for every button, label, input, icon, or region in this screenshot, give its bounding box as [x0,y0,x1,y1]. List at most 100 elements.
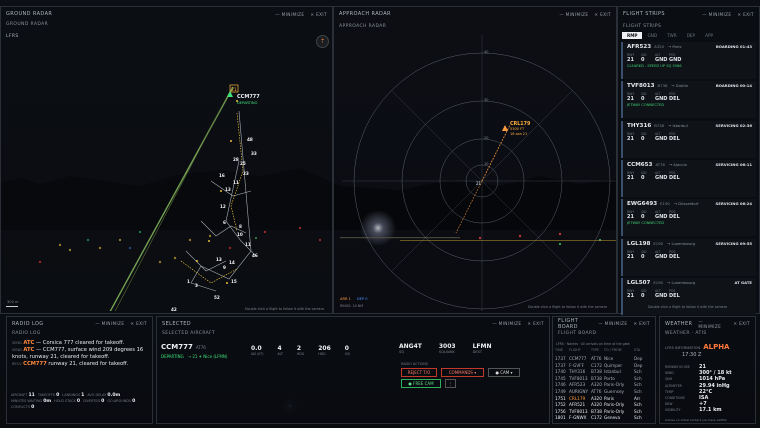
ground-radar-panel[interactable]: GROUND RADAR — MINIMIZE ✕ EXIT GROUND RA… [0,6,333,314]
flight-board-row[interactable]: 1751 CRL179 A320 Paris Arr [555,396,655,401]
strip-status: AT GATE [734,279,753,285]
taxi-label: 8 [239,224,242,229]
exit-button[interactable]: ✕ EXIT [527,321,544,326]
flight-strips-panel[interactable]: FLIGHT STRIPS — MINIMIZE ✕ EXIT FLIGHT S… [617,6,760,315]
strip-value: DEL [669,292,680,299]
strip-value: 0 [641,214,645,221]
strip-value: GND [655,253,668,260]
flight-strip[interactable]: LGL198 E190 → Luxembourg SERVICING 09:55 RWY… [621,238,756,276]
weather-item: CONDITIONS ISA [665,395,709,401]
flight-strip[interactable]: THY316 B738 → Istanbul SERVICING 02:36 RWY SI… [621,120,756,158]
weather-footer: Advise on initial contact you have ALPHA [665,418,727,422]
more-icon[interactable]: ⋮ [445,379,456,388]
taxi-label: 52 [214,295,220,300]
strip-value: GND [655,57,668,63]
flight-board-row[interactable]: 1752 AFR521 A320 Paris-Orly Sch [555,402,655,407]
radio-log-header[interactable]: RADIO LOG — MINIMIZE ✕ EXIT [7,317,152,330]
reject-takeoff-button[interactable]: REJECT T/O [401,368,437,377]
flight-strip[interactable]: TVF8013 B738 → Dublin BOARDING 00:14 RWY SID A… [621,81,756,119]
flight-board-row[interactable]: 1740 THY316 B738 Istanbul Sch [555,369,655,374]
strip-value: DEL [669,214,680,221]
strip-type: A320 [654,44,664,49]
exit-button[interactable]: ✕ EXIT [130,321,147,326]
tab-dep[interactable]: DEP [682,32,700,39]
minimize-button[interactable]: — MINIMIZE [702,12,731,17]
kpi: 206 HDG [318,345,331,356]
radio-stat: HOLD STACK 0 [54,399,81,404]
taxi-label: 16 [219,173,225,178]
strip-callsign: THY316 [627,122,652,129]
exit-button[interactable]: ✕ EXIT [633,321,650,326]
weather-panel[interactable]: WEATHER — MINIMIZE ✕ EXIT WEATHER · ATIS… [659,316,756,424]
strip-note: JETWAY CONNECTED [627,103,665,108]
taxi-label: 14 [229,260,235,265]
selected-status-row: DEPARTING → 21 ✈ Nice (LFMN) [161,354,227,359]
exit-button[interactable]: ✕ EXIT [310,12,327,17]
radio-actions-label: RADIO ACTIONS [401,362,428,366]
weather-header[interactable]: WEATHER — MINIMIZE ✕ EXIT [660,317,755,330]
flight-strips-header[interactable]: FLIGHT STRIPS — MINIMIZE ✕ EXIT [618,7,759,21]
minimize-button[interactable]: — MINIMIZE [95,321,124,326]
strip-value: DEL [669,135,680,142]
weather-item: WIND 300° / 18 kt [665,370,732,377]
ground-radar-map[interactable]: 21 CCM777 DEPARTING 48 33 2825 23 11 16 13 12 6 8… [1,21,334,311]
tab-app[interactable]: APP [700,32,718,39]
minimize-button[interactable]: — MINIMIZE [698,319,727,329]
flight-strip[interactable]: EWG6493 E190 → Düsseldorf SERVICING 06:24 RW… [621,199,756,237]
selected-header[interactable]: SELECTED — MINIMIZE ✕ EXIT [157,317,549,330]
target-speed: 16 sea 21 [510,132,527,136]
approach-radar-header[interactable]: APPROACH RADAR — MINIMIZE ✕ EXIT [334,7,616,21]
commands-button[interactable]: COMMANDS ▾ [441,368,484,377]
flight-board-row[interactable]: 1756 TVF8013 B738 Paris-Orly Sch [555,409,655,414]
tab-gnd[interactable]: GND [642,32,662,39]
minimize-button[interactable]: — MINIMIZE [492,321,521,326]
selected-route: → 21 ✈ Nice (LFMN) [187,354,228,359]
ring-label-20: 20 [484,136,488,140]
target-alt: 5300 FT [510,127,525,131]
selected-sq: ANG4T [399,343,422,350]
aircraft-icon[interactable] [502,125,508,131]
camera-button[interactable]: ● CAM ▾ [488,368,520,377]
flight-strip[interactable]: CCM653 AT76 → Ajaccio SERVICING 06:11 RWY SID… [621,159,756,197]
flight-board-row[interactable]: 1801 F-GNWX C172 Geneva Sch [555,415,655,420]
radio-stat: DIVERTED 0 [83,399,105,404]
minimize-button[interactable]: — MINIMIZE [598,321,627,326]
atis-letter: ALPHA [703,343,730,351]
radio-stat: CONFLICTS 0 [11,405,35,410]
flight-board-header[interactable]: FLIGHT BOARD — MINIMIZE ✕ EXIT [553,317,655,330]
free-cam-button[interactable]: ● FREE CAM [401,379,441,388]
flight-strip[interactable]: LGL507 E190 → Luxembourg AT GATE RWY SID ALT PO… [621,277,756,315]
taxi-label: 28 [233,157,239,162]
approach-target[interactable]: CRL179 5300 FT 16 sea 21 [502,121,531,136]
approach-radar-panel[interactable]: APPROACH RADAR — MINIMIZE ✕ EXIT APPROAC… [333,6,618,314]
flight-board-row[interactable]: 1745 TVF8013 B738 Porto Sch [555,376,655,381]
flight-board-row[interactable]: 1749 AURIGNY AT76 Guernsey Sch [555,389,655,394]
exit-button[interactable]: ✕ EXIT [737,12,754,17]
selected-title: SELECTED [162,320,192,327]
radio-log-list: SEND ATC — Corsica 777 cleared for takeo… [12,340,150,368]
flight-board-row[interactable]: 1737 CCM777 AT76 Nice Dep [555,356,655,361]
flight-board-info: LFRS · Nantes · All arrivals on time at … [556,342,630,346]
strip-route: → Luxembourg [667,279,696,285]
ring-label-30: 30 [484,98,488,102]
selected-squawk: 3003 [438,343,456,350]
legend-arrivals: ARR 1 [340,297,351,301]
flight-strip[interactable]: AFR523 A320 → Paris BOARDING 01:43 RWY SID ALT… [621,42,756,79]
minimize-button[interactable]: — MINIMIZE [559,12,588,17]
ring-label-40: 40 [484,50,488,54]
kpi-row: 0.0 IAS (KT) 4 ALT 2 HDG 206 HDG 0 V/S [251,345,350,356]
tab-rmp[interactable]: RMP [622,32,643,39]
tab-twr[interactable]: TWR [662,32,682,39]
ground-tag[interactable]: 21 CCM777 DEPARTING [227,84,260,105]
exit-button[interactable]: ✕ EXIT [733,321,750,326]
ground-radar-header[interactable]: GROUND RADAR — MINIMIZE ✕ EXIT [1,7,332,21]
strip-value: 0 [641,135,645,142]
radio-stat: MINUTES WAITING 0m [11,399,52,404]
flight-board-row[interactable]: 1737 F-GVFF C172 Quimper Dep [555,363,655,368]
approach-radar-scope[interactable]: 21 10 20 30 40 CRL179 5300 FT 16 sea 21 [334,21,618,311]
radio-stat: LANDINGS 1 [62,393,85,398]
flight-board-row[interactable]: 1746 AFR523 A320 Paris-Orly Sch [555,382,655,387]
minimize-button[interactable]: — MINIMIZE [275,12,304,17]
exit-button[interactable]: ✕ EXIT [594,12,611,17]
ground-tag-callsign[interactable]: CCM777 [237,94,260,100]
